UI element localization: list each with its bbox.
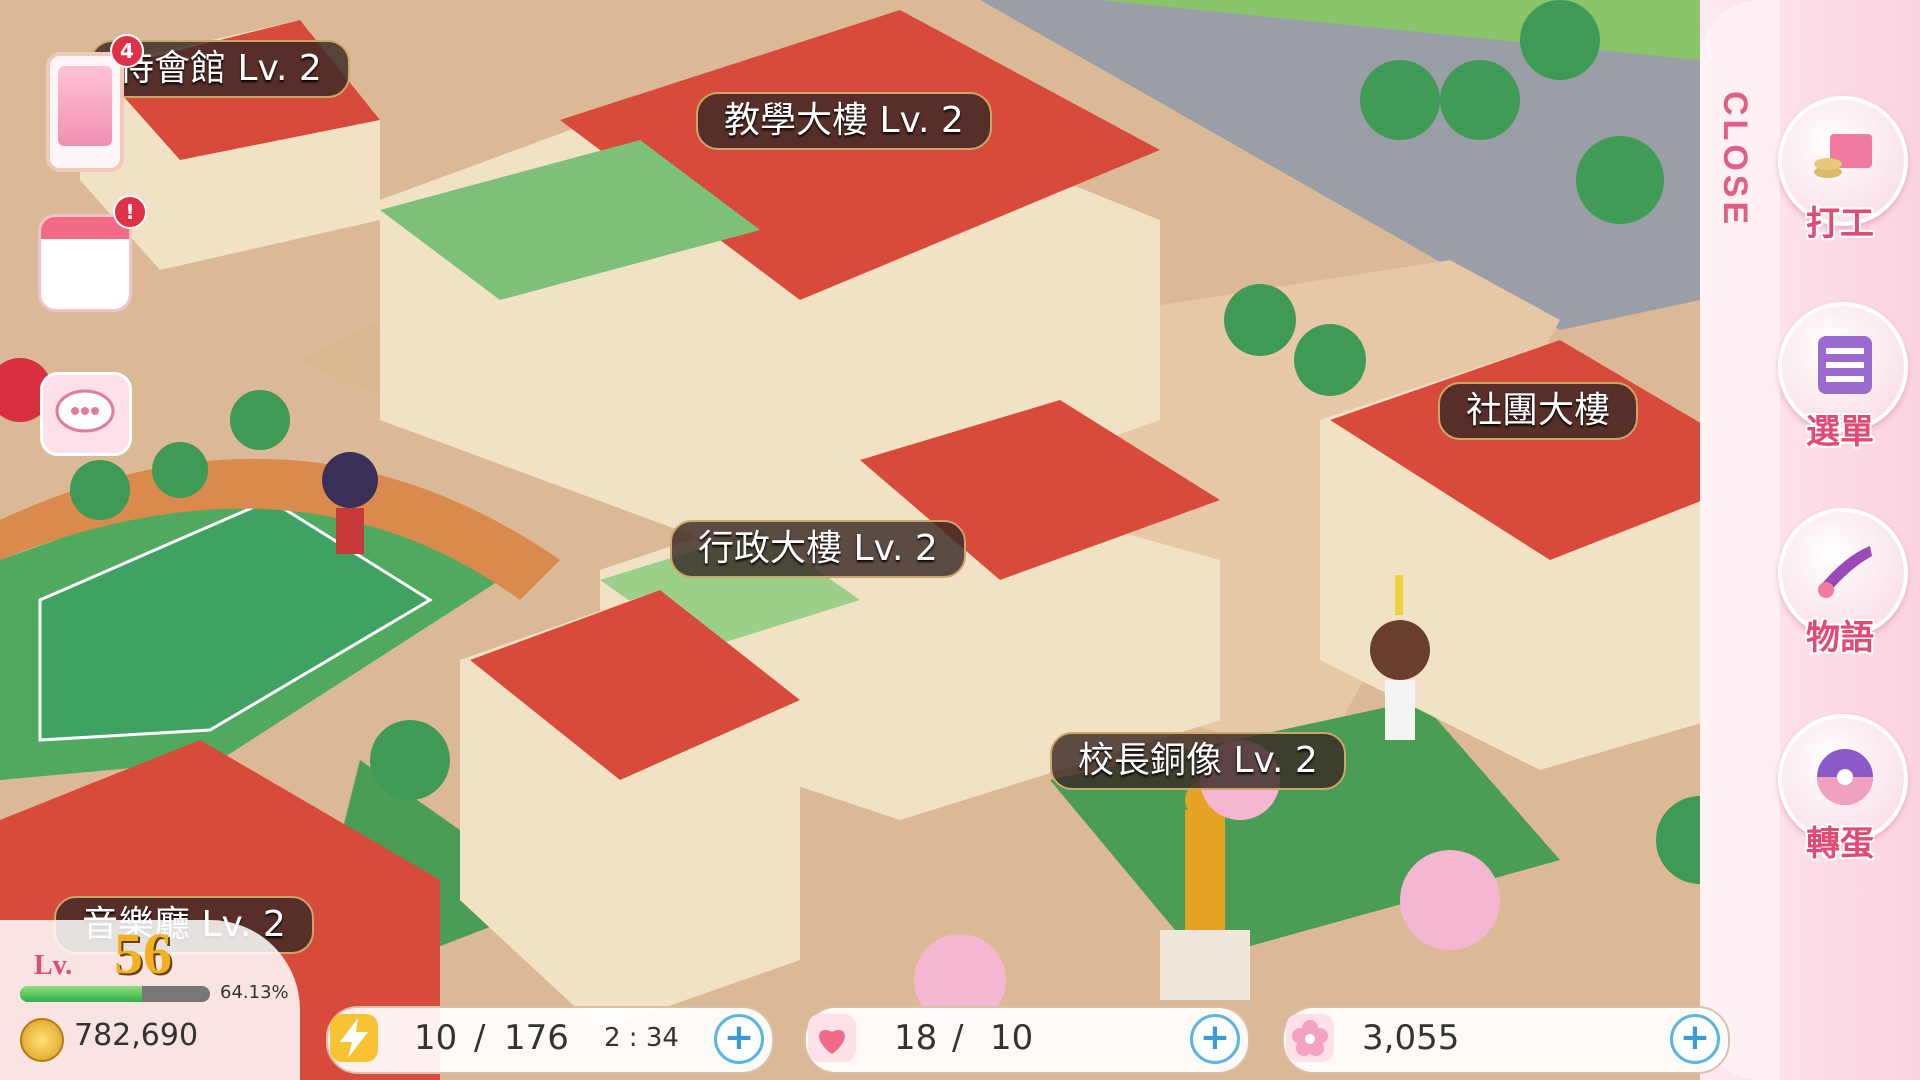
story-label: 物語: [1806, 618, 1874, 658]
story-book-icon: [1818, 546, 1872, 598]
hearts-separator: /: [952, 1018, 964, 1058]
sakura-flower-icon: [1286, 1014, 1334, 1062]
energy-current: 10: [414, 1018, 458, 1058]
gacha-label: 轉蛋: [1806, 824, 1874, 864]
chat-bubble-icon: [55, 389, 115, 433]
calendar-alert-badge: !: [113, 195, 147, 229]
chat-icon[interactable]: [40, 372, 132, 456]
coin-count: 782,690: [74, 1018, 199, 1053]
add-hearts-button[interactable]: +: [1190, 1014, 1240, 1064]
phone-notification-badge: 4: [110, 34, 144, 68]
coins-book-icon: [1814, 134, 1872, 178]
energy-separator: /: [474, 1018, 486, 1058]
close-menu-button[interactable]: CLOSE: [1710, 80, 1760, 240]
xp-percent: 64.13%: [220, 982, 289, 1003]
part-time-job-label: 打工: [1806, 204, 1874, 244]
level-prefix: Lv.: [34, 950, 73, 981]
xp-progress-fill: [20, 986, 142, 1002]
add-flowers-button[interactable]: +: [1670, 1014, 1720, 1064]
heart-icon: [808, 1014, 856, 1062]
menu-list-icon: [1818, 336, 1872, 394]
add-energy-button[interactable]: +: [714, 1014, 764, 1064]
gacha-ball-icon: [1817, 749, 1873, 805]
phone-icon[interactable]: 4: [46, 34, 144, 172]
xp-progress-bar: [20, 986, 210, 1002]
energy-max: 176: [504, 1018, 569, 1058]
flowers-bar: [1282, 1006, 1730, 1074]
building-label-statue[interactable]: 校長銅像 Lv. 2: [1050, 732, 1346, 790]
menu-label: 選單: [1806, 412, 1874, 452]
coin-icon: [20, 1018, 64, 1062]
player-level: 56: [114, 921, 172, 986]
building-label-admin[interactable]: 行政大樓 Lv. 2: [670, 520, 966, 578]
phone-screen: [58, 66, 112, 146]
calendar-icon[interactable]: !: [38, 195, 147, 312]
energy-timer: 2 : 34: [604, 1023, 679, 1053]
building-label-teaching[interactable]: 教學大樓 Lv. 2: [696, 92, 992, 150]
lightning-icon: [330, 1014, 378, 1062]
hearts-max: 10: [990, 1018, 1034, 1058]
building-label-club[interactable]: 社團大樓: [1438, 382, 1639, 440]
hearts-current: 18: [894, 1018, 938, 1058]
flowers-count: 3,055: [1362, 1018, 1460, 1058]
